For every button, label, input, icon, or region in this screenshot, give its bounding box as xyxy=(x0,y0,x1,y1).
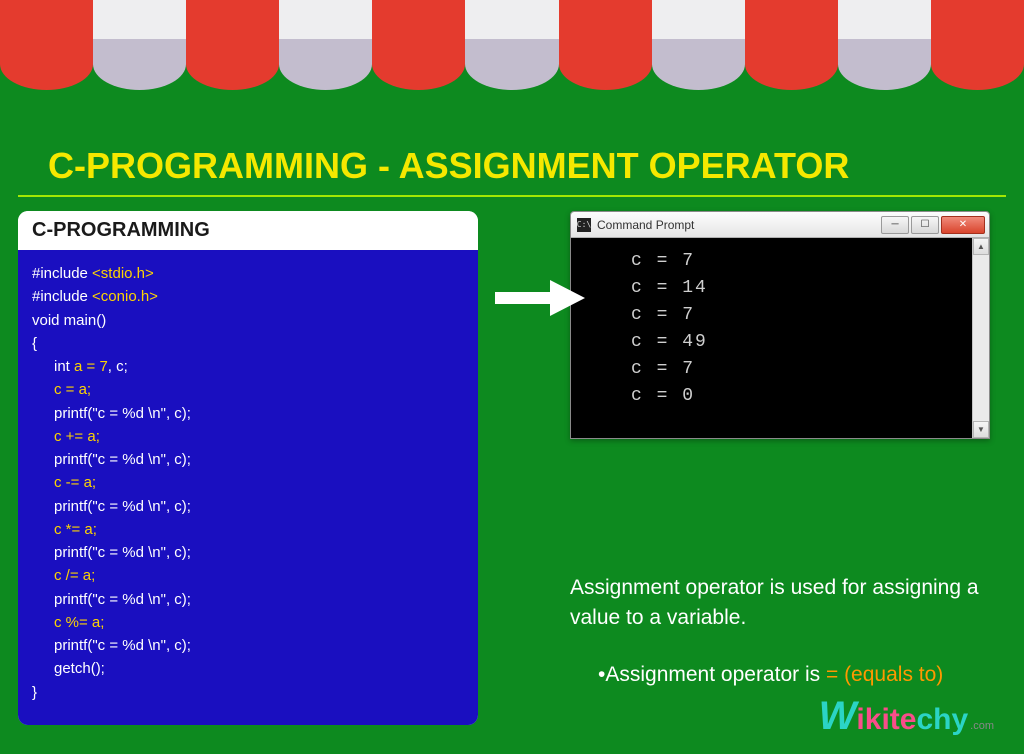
maximize-button[interactable]: ☐ xyxy=(911,216,939,234)
code-header: C-PROGRAMMING xyxy=(18,211,478,250)
cmd-titlebar: C:\ Command Prompt ─ ☐ ✕ xyxy=(571,212,989,238)
cmd-title: Command Prompt xyxy=(597,218,881,232)
minimize-button[interactable]: ─ xyxy=(881,216,909,234)
scroll-down-button[interactable]: ▼ xyxy=(973,421,989,438)
close-button[interactable]: ✕ xyxy=(941,216,985,234)
description-line: Assignment operator is used for assignin… xyxy=(570,573,986,634)
code-card: C-PROGRAMMING #include <stdio.h> #includ… xyxy=(18,211,478,725)
cmd-output: c = 7 c = 14 c = 7 c = 49 c = 7 c = 0 xyxy=(571,238,972,438)
cmd-icon: C:\ xyxy=(577,218,591,232)
page-title: C-PROGRAMMING - ASSIGNMENT OPERATOR xyxy=(18,135,1006,197)
command-prompt-window: C:\ Command Prompt ─ ☐ ✕ c = 7 c = 14 c … xyxy=(570,211,990,439)
scroll-up-button[interactable]: ▲ xyxy=(973,238,989,255)
scrollbar[interactable]: ▲ ▼ xyxy=(972,238,989,438)
code-body: #include <stdio.h> #include <conio.h> vo… xyxy=(18,250,478,725)
description: Assignment operator is used for assignin… xyxy=(570,573,1006,690)
awning-decoration xyxy=(0,0,1024,135)
arrow-icon xyxy=(490,278,590,318)
description-bullet: •Assignment operator is = (equals to) xyxy=(570,660,986,690)
wikitechy-logo: Wikitechy.com xyxy=(819,694,994,739)
